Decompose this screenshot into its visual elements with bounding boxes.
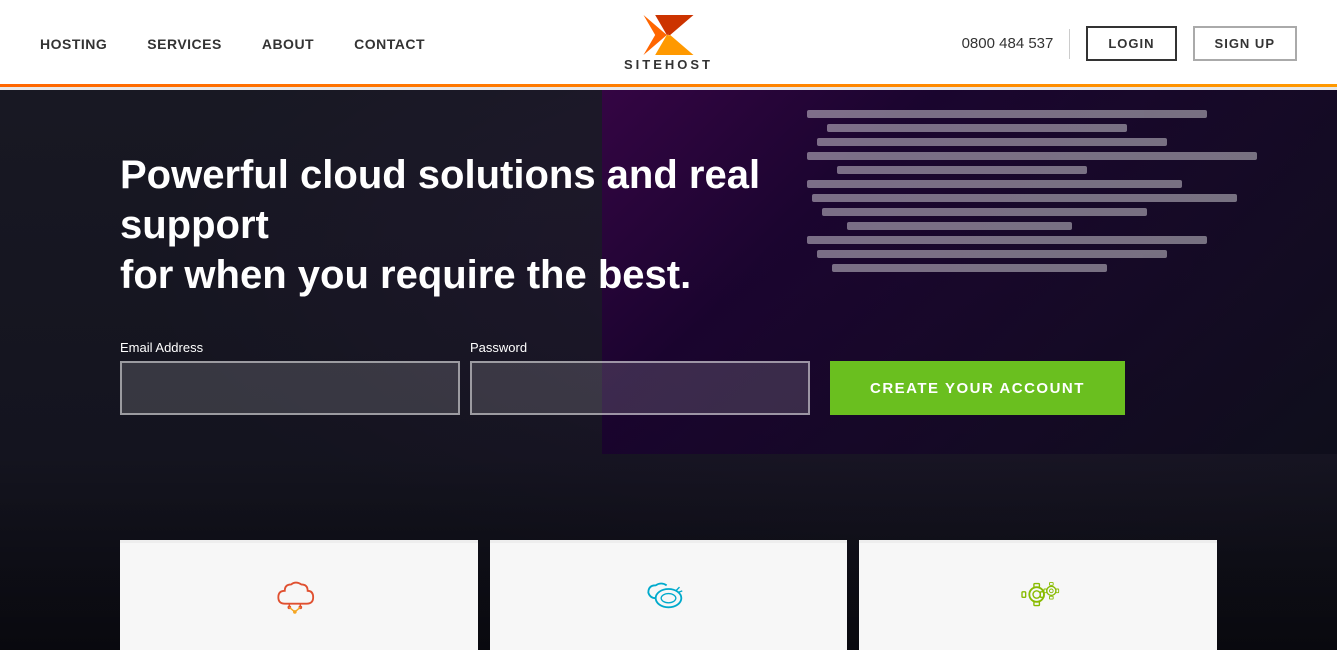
logo-icon bbox=[643, 15, 693, 55]
signup-button[interactable]: SIGN UP bbox=[1193, 26, 1297, 61]
gear-icon bbox=[1011, 572, 1066, 622]
card-cloud bbox=[120, 540, 478, 650]
hero-section: Powerful cloud solutions and real suppor… bbox=[0, 90, 1337, 650]
cloud-icon bbox=[271, 572, 326, 622]
password-input[interactable] bbox=[470, 361, 810, 415]
navbar: HOSTING SERVICES ABOUT CONTACT SITEHOST … bbox=[0, 0, 1337, 90]
tools-icon bbox=[641, 572, 696, 622]
site-logo[interactable]: SITEHOST bbox=[624, 15, 713, 72]
card-tools bbox=[490, 540, 848, 650]
headline-line2: for when you require the best. bbox=[120, 253, 691, 297]
nav-about[interactable]: ABOUT bbox=[262, 36, 314, 52]
login-button[interactable]: LOGIN bbox=[1086, 26, 1176, 61]
email-input[interactable] bbox=[120, 361, 460, 415]
card-gear bbox=[859, 540, 1217, 650]
create-account-button[interactable]: CREATE YOUR ACCOUNT bbox=[830, 361, 1125, 415]
hero-headline: Powerful cloud solutions and real suppor… bbox=[120, 150, 820, 300]
password-label: Password bbox=[470, 340, 810, 355]
email-group: Email Address bbox=[120, 340, 460, 415]
signup-form: Email Address Password CREATE YOUR ACCOU… bbox=[120, 340, 1337, 415]
nav-actions: 0800 484 537 LOGIN SIGN UP bbox=[962, 26, 1297, 61]
password-group: Password bbox=[470, 340, 810, 415]
hero-content: Powerful cloud solutions and real suppor… bbox=[0, 90, 1337, 415]
phone-number: 0800 484 537 bbox=[962, 35, 1054, 52]
email-label: Email Address bbox=[120, 340, 460, 355]
nav-hosting[interactable]: HOSTING bbox=[40, 36, 107, 52]
headline-line1: Powerful cloud solutions and real suppor… bbox=[120, 153, 760, 247]
nav-links: HOSTING SERVICES ABOUT CONTACT bbox=[40, 36, 425, 52]
nav-divider bbox=[1069, 29, 1070, 59]
nav-contact[interactable]: CONTACT bbox=[354, 36, 425, 52]
nav-services[interactable]: SERVICES bbox=[147, 36, 222, 52]
feature-cards bbox=[120, 540, 1217, 650]
logo-text: SITEHOST bbox=[624, 57, 713, 72]
accent-line bbox=[0, 84, 1337, 87]
